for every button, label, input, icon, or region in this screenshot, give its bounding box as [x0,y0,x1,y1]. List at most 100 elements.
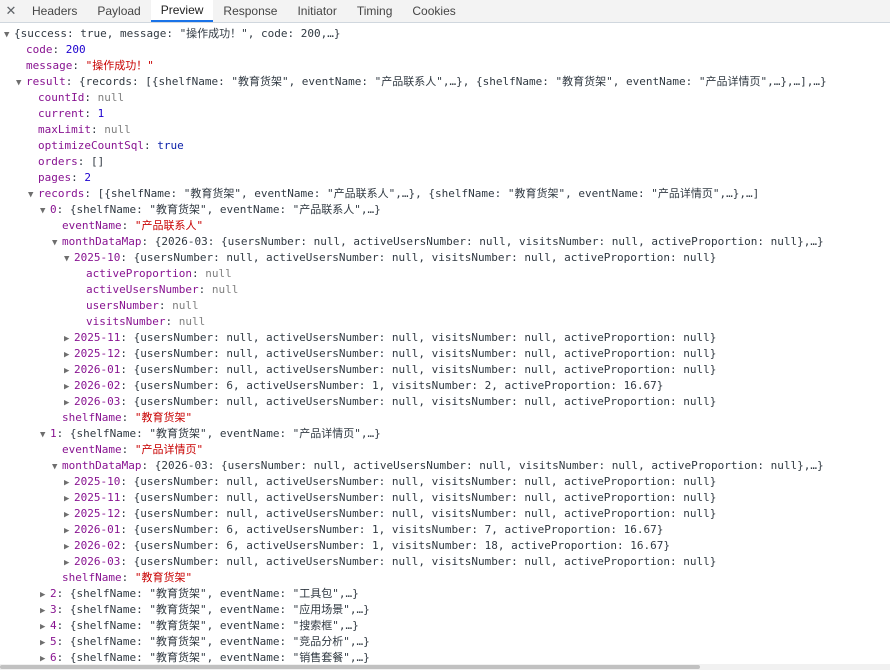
tree-property-row: usersNumber: null [86,299,199,312]
scrollbar-thumb[interactable] [0,665,700,669]
tree-node-row[interactable]: ▼ 2025-10: {usersNumber: null, activeUser… [64,250,716,266]
value-preview: {usersNumber: null, activeUsersNumber: n… [133,395,717,408]
collapse-triangle-right-icon[interactable]: ▶ [64,523,74,539]
tree-property-row: code: 200 [26,43,86,56]
tree-node-row[interactable]: ▼ {success: true, message: "操作成功！", code:… [4,26,341,42]
property-key: 1 [50,427,57,440]
tree-property-row: countId: null [38,91,125,104]
tree-node-row[interactable]: ▶ 2026-02: {usersNumber: 6, activeUsersNu… [64,538,670,554]
value-preview: {usersNumber: null, activeUsersNumber: n… [133,507,717,520]
tab-preview[interactable]: Preview [150,0,214,22]
tree-node-row[interactable]: ▼ 1: {shelfName: "教育货架", eventName: "产品详情… [40,426,381,442]
value-preview: {usersNumber: null, activeUsersNumber: n… [133,491,717,504]
collapse-triangle-right-icon[interactable]: ▶ [64,491,74,507]
expand-triangle-down-icon[interactable]: ▼ [52,235,62,251]
tree-property-row: message: "操作成功！" [26,59,154,72]
collapse-triangle-right-icon[interactable]: ▶ [64,395,74,411]
property-key: 2025-10 [74,251,121,264]
property-value: 2 [84,171,91,184]
tree-node-row[interactable]: ▶ 2025-12: {usersNumber: null, activeUser… [64,346,716,362]
value-preview: {shelfName: "教育货架", eventName: "产品详情页",…… [69,427,381,440]
value-preview: {usersNumber: null, activeUsersNumber: n… [133,251,717,264]
tree-node-row[interactable]: ▶ 2025-11: {usersNumber: null, activeUser… [64,490,716,506]
tab-response[interactable]: Response [213,0,287,22]
tree-node-row[interactable]: ▼ 0: {shelfName: "教育货架", eventName: "产品联系… [40,202,381,218]
property-value: "操作成功！" [85,59,154,72]
close-icon[interactable]: ✕ [0,0,22,22]
expand-triangle-down-icon[interactable]: ▼ [4,27,14,43]
expand-triangle-down-icon[interactable]: ▼ [28,187,38,203]
tab-timing[interactable]: Timing [347,0,403,22]
tree-property-row: activeProportion: null [86,267,232,280]
value-preview: {usersNumber: null, activeUsersNumber: n… [133,331,717,344]
tab-cookies[interactable]: Cookies [402,0,465,22]
property-key: 2026-03 [74,555,121,568]
property-key: 0 [50,203,57,216]
tree-property-row: activeUsersNumber: null [86,283,239,296]
collapse-triangle-right-icon[interactable]: ▶ [64,379,74,395]
property-value: "产品详情页" [134,443,204,456]
property-key: 2025-12 [74,347,121,360]
value-preview: {2026-03: {usersNumber: null, activeUser… [154,459,824,472]
property-value: null [205,267,232,280]
value-preview: {shelfName: "教育货架", eventName: "产品联系人",…… [69,203,381,216]
tree-node-row[interactable]: ▶ 2026-01: {usersNumber: 6, activeUsersNu… [64,522,663,538]
tab-initiator[interactable]: Initiator [287,0,346,22]
collapse-triangle-right-icon[interactable]: ▶ [40,619,50,635]
tree-node-row[interactable]: ▼ monthDataMap: {2026-03: {usersNumber: n… [52,458,824,474]
tree-node-row[interactable]: ▶ 5: {shelfName: "教育货架", eventName: "竞品分析… [40,634,370,650]
collapse-triangle-right-icon[interactable]: ▶ [64,507,74,523]
collapse-triangle-right-icon[interactable]: ▶ [64,363,74,379]
devtools-tab-bar: ✕ Headers Payload Preview Response Initi… [0,0,890,23]
tab-payload[interactable]: Payload [87,0,150,22]
tree-node-row[interactable]: ▶ 3: {shelfName: "教育货架", eventName: "应用场景… [40,602,370,618]
tree-node-row[interactable]: ▼ records: [{shelfName: "教育货架", eventName… [28,186,759,202]
property-key: activeUsersNumber [86,283,199,296]
tree-node-row[interactable]: ▶ 2026-03: {usersNumber: null, activeUser… [64,394,716,410]
tree-node-row[interactable]: ▶ 2025-12: {usersNumber: null, activeUser… [64,506,716,522]
tree-property-row: pages: 2 [38,171,91,184]
json-preview-tree: ▼ {success: true, message: "操作成功！", code:… [0,26,890,670]
horizontal-scrollbar[interactable] [0,664,890,670]
tree-node-row[interactable]: ▶ 4: {shelfName: "教育货架", eventName: "搜索框"… [40,618,359,634]
tree-property-row: visitsNumber: null [86,315,206,328]
property-key: result [26,75,66,88]
tree-property-row: current: 1 [38,107,105,120]
tab-headers[interactable]: Headers [22,0,87,22]
property-key: countId [38,91,85,104]
collapse-triangle-right-icon[interactable]: ▶ [64,331,74,347]
value-preview: {shelfName: "教育货架", eventName: "销售套餐",…} [69,651,370,664]
collapse-triangle-right-icon[interactable]: ▶ [64,347,74,363]
expand-triangle-down-icon[interactable]: ▼ [16,75,26,91]
collapse-triangle-right-icon[interactable]: ▶ [40,603,50,619]
property-key: maxLimit [38,123,91,136]
tree-node-row[interactable]: ▼ monthDataMap: {2026-03: {usersNumber: n… [52,234,824,250]
tree-property-row: eventName: "产品联系人" [62,219,204,232]
expand-triangle-down-icon[interactable]: ▼ [40,203,50,219]
property-key: 2025-11 [74,491,121,504]
collapse-triangle-right-icon[interactable]: ▶ [40,635,50,651]
tree-node-row[interactable]: ▶ 2026-03: {usersNumber: null, activeUser… [64,554,716,570]
collapse-triangle-right-icon[interactable]: ▶ [40,587,50,603]
expand-triangle-down-icon[interactable]: ▼ [40,427,50,443]
property-key: activeProportion [86,267,192,280]
tree-node-row[interactable]: ▶ 2: {shelfName: "教育货架", eventName: "工具包"… [40,586,359,602]
property-value: [] [91,155,105,168]
property-key: 2 [50,587,57,600]
property-key: 2026-02 [74,539,121,552]
tree-node-row[interactable]: ▶ 2026-02: {usersNumber: 6, activeUsersNu… [64,378,663,394]
tree-node-row[interactable]: ▼ result: {records: [{shelfName: "教育货架", … [16,74,827,90]
property-value: "教育货架" [134,411,193,424]
collapse-triangle-right-icon[interactable]: ▶ [64,539,74,555]
value-preview: [{shelfName: "教育货架", eventName: "产品联系人",… [97,187,760,200]
expand-triangle-down-icon[interactable]: ▼ [64,251,74,267]
collapse-triangle-right-icon[interactable]: ▶ [64,555,74,571]
tree-node-row[interactable]: ▶ 2025-10: {usersNumber: null, activeUser… [64,474,716,490]
property-key: monthDataMap [62,235,142,248]
tree-node-row[interactable]: ▶ 2025-11: {usersNumber: null, activeUser… [64,330,716,346]
collapse-triangle-right-icon[interactable]: ▶ [64,475,74,491]
tree-node-row[interactable]: ▶ 2026-01: {usersNumber: null, activeUser… [64,362,716,378]
value-preview: {usersNumber: 6, activeUsersNumber: 1, v… [133,539,671,552]
expand-triangle-down-icon[interactable]: ▼ [52,459,62,475]
property-key: 2026-03 [74,395,121,408]
